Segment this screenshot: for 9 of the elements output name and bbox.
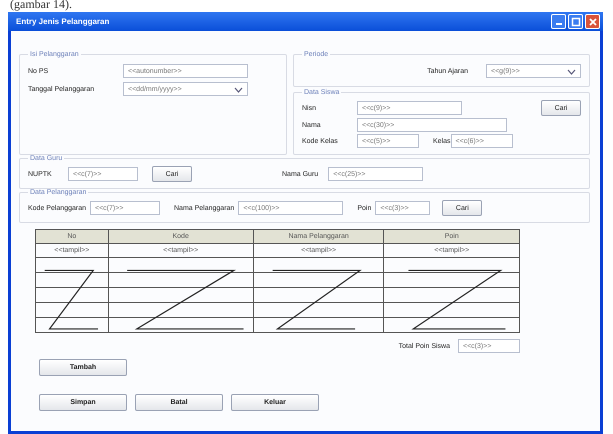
maximize-button[interactable] (568, 14, 583, 29)
minimize-button[interactable] (551, 14, 566, 29)
minimize-icon (556, 23, 562, 25)
close-button[interactable] (585, 14, 600, 29)
maximize-icon (570, 16, 580, 26)
close-icon (588, 16, 598, 26)
caption-text: (gambar 14). (9, 0, 73, 12)
z-line-drawing (44, 270, 98, 330)
window-title: Entry Jenis Pelanggaran (16, 17, 110, 26)
